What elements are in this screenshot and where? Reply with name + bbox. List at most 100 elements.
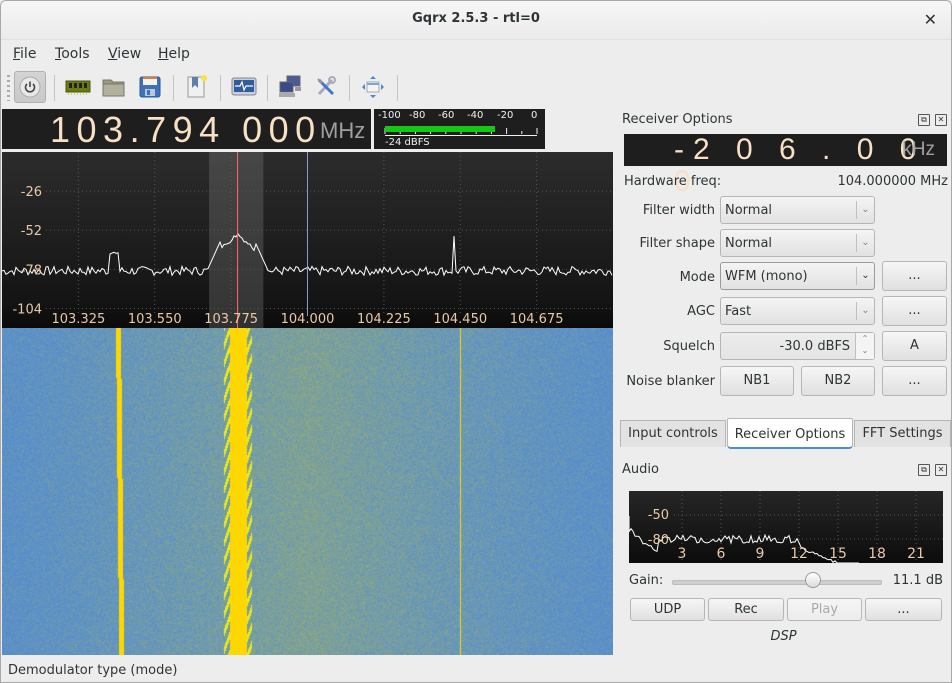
io-devices-button[interactable] xyxy=(62,71,94,103)
audio-x-tick-label: 21 xyxy=(907,546,925,562)
close-dock-icon[interactable]: ✕ xyxy=(935,114,947,126)
meter-level-bar xyxy=(385,126,495,132)
mode-options-button[interactable]: ... xyxy=(882,261,947,291)
spin-arrows[interactable]: ⌃ ⌄ xyxy=(855,333,874,359)
tools-icon xyxy=(317,76,336,96)
audio-x-tick-label: 3 xyxy=(678,546,687,562)
remote-control-button[interactable] xyxy=(274,71,306,103)
menu-tools[interactable]: Tools xyxy=(55,46,90,62)
power-button[interactable] xyxy=(14,71,46,103)
audio-x-tick-label: 9 xyxy=(756,546,765,562)
frequency-display[interactable]: 103.794 000 MHz xyxy=(2,109,371,151)
float-dock-icon[interactable]: ⧉ xyxy=(918,464,930,476)
signal-meter: -100 -80 -60 -40 -20 0 -24 dBFS xyxy=(374,109,545,149)
nb2-button[interactable]: NB2 xyxy=(801,366,875,396)
chevron-up-icon[interactable]: ⌃ xyxy=(856,333,874,345)
chevron-down-icon: ⌄ xyxy=(856,302,874,320)
dsp-button[interactable] xyxy=(228,71,260,103)
close-icon[interactable]: ✕ xyxy=(924,10,937,29)
fft-x-tick-label: 103.550 xyxy=(128,312,182,327)
chevron-down-icon[interactable]: ⌄ xyxy=(856,345,874,357)
receiver-options-dock-buttons: ⧉ ✕ xyxy=(918,114,947,126)
gain-slider-track[interactable] xyxy=(672,580,882,585)
audio-fft-canvas[interactable]: -50 -80 3 6 9 12 15 18 21 xyxy=(629,491,943,563)
chevron-down-icon: ⌄ xyxy=(856,234,874,252)
squelch-spinbox[interactable]: -30.0 dBFS ⌃ ⌄ xyxy=(720,332,875,360)
toolbar xyxy=(1,69,951,105)
tab-input-controls[interactable]: Input controls xyxy=(620,420,726,447)
fft-y-tick-label: -78 xyxy=(21,263,42,278)
agc-select[interactable]: Fast ⌄ xyxy=(720,297,875,325)
chevron-down-icon: ⌄ xyxy=(856,201,874,219)
audio-x-tick-label: 6 xyxy=(717,546,726,562)
nb1-button[interactable]: NB1 xyxy=(720,366,794,396)
squelch-auto-button[interactable]: A xyxy=(882,331,947,361)
gain-slider-handle[interactable] xyxy=(805,572,822,588)
waterfall[interactable] xyxy=(2,328,613,655)
tab-receiver-options[interactable]: Receiver Options xyxy=(727,418,853,449)
right-panel: Receiver Options ⧉ ✕ -2 0 6 . 0 0 0 kHz … xyxy=(616,106,951,682)
power-icon xyxy=(19,76,41,98)
receiver-options-title: Receiver Options xyxy=(622,112,733,127)
floppy-disk-icon xyxy=(139,76,161,98)
float-dock-icon[interactable]: ⧉ xyxy=(918,114,930,126)
toolbar-separator xyxy=(173,75,174,101)
play-button[interactable]: Play xyxy=(787,598,862,621)
gain-label: Gain: xyxy=(629,573,664,588)
configure-button[interactable] xyxy=(310,71,342,103)
noise-blanker-options-button[interactable]: ... xyxy=(882,366,947,396)
audio-x-tick-label: 15 xyxy=(829,546,847,562)
fullscreen-button[interactable] xyxy=(357,71,389,103)
window-title: Gqrx 2.5.3 - rtl=0 xyxy=(412,11,540,26)
toolbar-grip[interactable] xyxy=(7,75,10,101)
filter-width-label: Filter width xyxy=(642,203,715,218)
waterfall-canvas[interactable] xyxy=(2,328,613,655)
frequency-value[interactable]: 103.794 000 xyxy=(50,109,322,151)
audio-x-tick-label: 12 xyxy=(790,546,808,562)
menu-help[interactable]: Help xyxy=(158,46,190,62)
rec-button[interactable]: Rec xyxy=(708,598,784,621)
toolbar-separator xyxy=(349,75,350,101)
toolbar-separator xyxy=(397,75,398,101)
audio-y-tick-label: -80 xyxy=(648,533,669,548)
fft-y-tick-label: -52 xyxy=(21,224,42,239)
mode-label: Mode xyxy=(679,270,715,285)
filter-width-select[interactable]: Normal ⌄ xyxy=(720,196,875,224)
audio-options-button[interactable]: ... xyxy=(865,598,942,621)
tab-fft-settings[interactable]: FFT Settings xyxy=(854,420,951,447)
udp-button[interactable]: UDP xyxy=(630,598,705,621)
menu-view[interactable]: View xyxy=(108,46,141,62)
fft-x-tick-label: 103.325 xyxy=(51,312,105,327)
chevron-down-icon: ⌄ xyxy=(856,267,874,285)
filter-offset-unit: kHz xyxy=(902,139,935,160)
agc-value: Fast xyxy=(725,304,752,319)
save-settings-button[interactable] xyxy=(134,71,166,103)
fft-plot[interactable]: -26 -52 -78 -104 103.325 103.550 103.775 104.00… xyxy=(2,152,613,328)
mode-value: WFM (mono) xyxy=(725,269,808,284)
mode-select[interactable]: WFM (mono) ⌄ xyxy=(720,262,875,290)
close-dock-icon[interactable]: ✕ xyxy=(935,464,947,476)
fft-plot-canvas[interactable]: -26 -52 -78 -104 103.325 103.550 103.775 104.00… xyxy=(2,152,613,328)
folder-icon xyxy=(102,79,125,97)
bookmarks-button[interactable] xyxy=(181,71,213,103)
dsp-label: DSP xyxy=(770,629,797,644)
squelch-label: Squelch xyxy=(663,339,715,354)
noise-blanker-label: Noise blanker xyxy=(626,374,715,389)
squelch-value: -30.0 dBFS xyxy=(779,339,850,354)
filter-offset-display[interactable]: -2 0 6 . 0 0 0 kHz xyxy=(624,134,947,198)
title-bar: Gqrx 2.5.3 - rtl=0 ✕ xyxy=(1,1,951,40)
menu-view-mnemonic: V xyxy=(108,46,118,62)
filter-shape-label: Filter shape xyxy=(639,236,715,251)
monitor-waveform-icon xyxy=(231,77,257,96)
fft-x-tick-label: 104.675 xyxy=(510,312,564,327)
load-settings-button[interactable] xyxy=(98,71,130,103)
audio-fft-plot[interactable]: -50 -80 3 6 9 12 15 18 21 xyxy=(629,491,943,563)
move-arrows-icon xyxy=(362,76,384,98)
filter-shape-select[interactable]: Normal ⌄ xyxy=(720,229,875,257)
hardware-freq-value: 104.000000 MHz xyxy=(837,174,948,189)
menu-file[interactable]: File xyxy=(13,46,36,62)
menu-view-label: iew xyxy=(117,46,142,62)
agc-options-button[interactable]: ... xyxy=(882,296,947,326)
toolbar-separator xyxy=(220,75,221,101)
agc-label: AGC xyxy=(687,304,715,319)
